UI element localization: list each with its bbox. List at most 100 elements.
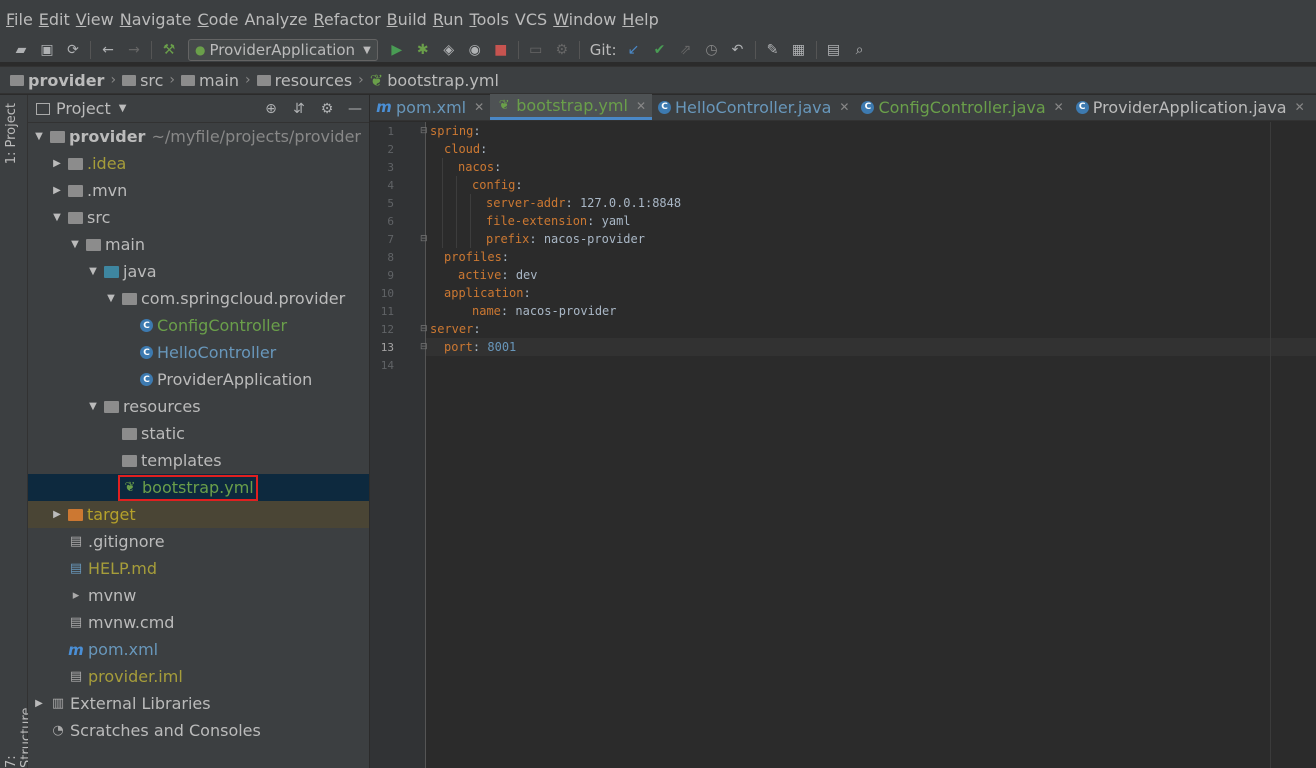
- tree-item-idea[interactable]: ▶ .idea: [28, 150, 369, 177]
- project-tool-tab[interactable]: 1: Project: [4, 103, 19, 164]
- back-arrow-icon[interactable]: ←: [95, 39, 121, 61]
- collapse-all-icon[interactable]: ⇵: [285, 101, 313, 117]
- tree-item-package[interactable]: ▼ com.springcloud.provider: [28, 285, 369, 312]
- breadcrumb-provider[interactable]: provider: [10, 71, 104, 90]
- profile-icon[interactable]: ◉: [462, 39, 488, 61]
- git-push-icon[interactable]: ⇗: [673, 39, 699, 61]
- history-icon[interactable]: ◷: [699, 39, 725, 61]
- menu-help[interactable]: Help: [622, 10, 658, 29]
- menu-build[interactable]: Build: [387, 10, 427, 29]
- close-icon[interactable]: ✕: [839, 100, 849, 114]
- menu-window[interactable]: Window: [553, 10, 616, 29]
- tree-item-gitignore[interactable]: ▤ .gitignore: [28, 528, 369, 555]
- git-update-icon[interactable]: ↙: [621, 39, 647, 61]
- expand-arrow-icon[interactable]: ▼: [86, 266, 100, 277]
- gear-icon[interactable]: ⚙: [313, 101, 341, 117]
- expand-arrow-icon[interactable]: ▼: [68, 239, 82, 250]
- run-icon[interactable]: ▶: [384, 39, 410, 61]
- close-icon[interactable]: ✕: [474, 100, 484, 114]
- tree-item-templates[interactable]: templates: [28, 447, 369, 474]
- breadcrumb-resources[interactable]: resources: [256, 71, 352, 90]
- tree-item-target[interactable]: ▶ target: [28, 501, 369, 528]
- close-icon[interactable]: ✕: [636, 99, 646, 113]
- tree-item-external-libraries[interactable]: ▶ ▥ External Libraries: [28, 690, 369, 717]
- chevron-down-icon[interactable]: ▼: [119, 103, 127, 114]
- git-commit-icon[interactable]: ✔: [647, 39, 673, 61]
- menu-analyze[interactable]: Analyze: [244, 10, 307, 29]
- fold-marker-icon[interactable]: ⊟: [420, 126, 428, 136]
- tab-hellocontroller[interactable]: C HelloController.java ✕: [652, 94, 855, 120]
- collapse-arrow-icon[interactable]: ▶: [32, 698, 46, 709]
- breadcrumb-bootstrap-yml[interactable]: ❦ bootstrap.yml: [370, 71, 499, 90]
- menu-code[interactable]: Code: [198, 10, 239, 29]
- search-icon[interactable]: ⌕: [847, 39, 873, 61]
- build-hammer-icon[interactable]: ⚒: [156, 39, 182, 61]
- fold-marker-icon[interactable]: ⊟: [420, 234, 428, 244]
- close-icon[interactable]: ✕: [1054, 100, 1064, 114]
- tab-pom-xml[interactable]: m pom.xml ✕: [370, 94, 490, 120]
- menu-navigate[interactable]: Navigate: [120, 10, 192, 29]
- library-icon: ▥: [51, 696, 65, 711]
- tab-configcontroller[interactable]: C ConfigController.java ✕: [855, 94, 1069, 120]
- tree-item-help-md[interactable]: ▤ HELP.md: [28, 555, 369, 582]
- open-folder-icon[interactable]: ▰: [8, 39, 34, 61]
- code-editor[interactable]: 1 2 3 4 5 6 7 8 9 10 11 12 13 14 ⊟ ⊟ ⊟ ⊟…: [370, 122, 1316, 768]
- breadcrumb-src[interactable]: src: [122, 71, 163, 90]
- rollback-icon[interactable]: ↶: [725, 39, 751, 61]
- forward-arrow-icon[interactable]: →: [121, 39, 147, 61]
- coverage-icon[interactable]: ◈: [436, 39, 462, 61]
- menu-view[interactable]: View: [76, 10, 114, 29]
- tree-item-static[interactable]: static: [28, 420, 369, 447]
- tab-providerapplication[interactable]: C ProviderApplication.java ✕: [1070, 94, 1311, 120]
- tree-item-bootstrap-yml[interactable]: ❦ bootstrap.yml: [28, 474, 369, 501]
- save-icon[interactable]: ▣: [34, 39, 60, 61]
- menu-tools[interactable]: Tools: [470, 10, 509, 29]
- terminal-icon[interactable]: ▤: [821, 39, 847, 61]
- fold-marker-icon[interactable]: ⊟: [420, 324, 428, 334]
- tree-item-configcontroller[interactable]: C ConfigController: [28, 312, 369, 339]
- tree-item-main[interactable]: ▼ main: [28, 231, 369, 258]
- file-icon: ▤: [69, 615, 83, 630]
- tree-item-hellocontroller[interactable]: C HelloController: [28, 339, 369, 366]
- menu-edit[interactable]: Edit: [39, 10, 70, 29]
- collapse-arrow-icon[interactable]: ▶: [50, 158, 64, 169]
- tree-item-resources[interactable]: ▼ resources: [28, 393, 369, 420]
- fold-marker-icon[interactable]: ⊟: [420, 342, 428, 352]
- expand-arrow-icon[interactable]: ▼: [32, 131, 46, 142]
- tree-item-mvnw[interactable]: ▸ mvnw: [28, 582, 369, 609]
- tree-item-providerapplication[interactable]: C ProviderApplication: [28, 366, 369, 393]
- tree-item-provider-iml[interactable]: ▤ provider.iml: [28, 663, 369, 690]
- locate-file-icon[interactable]: ⊕: [257, 101, 285, 117]
- tab-bootstrap-yml[interactable]: ❦ bootstrap.yml ✕: [490, 94, 652, 120]
- gradle-icon[interactable]: ⚙: [549, 39, 575, 61]
- sync-icon[interactable]: ⟳: [60, 39, 86, 61]
- close-icon[interactable]: ✕: [1295, 100, 1305, 114]
- settings-wrench-icon[interactable]: ✎: [760, 39, 786, 61]
- tree-item-src[interactable]: ▼ src: [28, 204, 369, 231]
- attach-debugger-icon[interactable]: ▭: [523, 39, 549, 61]
- collapse-arrow-icon[interactable]: ▶: [50, 509, 64, 520]
- tree-item-provider[interactable]: ▼ provider ~/myfile/projects/provider: [28, 123, 369, 150]
- menu-file[interactable]: File: [6, 10, 33, 29]
- tree-item-scratches[interactable]: ◔ Scratches and Consoles: [28, 717, 369, 744]
- tree-item-java[interactable]: ▼ java: [28, 258, 369, 285]
- debug-icon[interactable]: ✱: [410, 39, 436, 61]
- tree-item-mvn[interactable]: ▶ .mvn: [28, 177, 369, 204]
- menu-vcs[interactable]: VCS: [515, 10, 547, 29]
- expand-arrow-icon[interactable]: ▼: [104, 293, 118, 304]
- project-structure-icon[interactable]: ▦: [786, 39, 812, 61]
- hide-panel-icon[interactable]: —: [341, 101, 369, 117]
- expand-arrow-icon[interactable]: ▼: [50, 212, 64, 223]
- collapse-arrow-icon[interactable]: ▶: [50, 185, 64, 196]
- tree-item-mvnw-cmd[interactable]: ▤ mvnw.cmd: [28, 609, 369, 636]
- menu-run[interactable]: Run: [433, 10, 464, 29]
- project-view-select[interactable]: Project: [56, 99, 111, 118]
- expand-arrow-icon[interactable]: ▼: [86, 401, 100, 412]
- tree-item-pom-xml[interactable]: m pom.xml: [28, 636, 369, 663]
- line-number: 6: [387, 215, 394, 228]
- stop-icon[interactable]: ■: [488, 39, 514, 61]
- run-configuration-select[interactable]: ● ProviderApplication ▼: [188, 39, 378, 61]
- code-line: server:: [430, 322, 481, 336]
- breadcrumb-main[interactable]: main: [181, 71, 239, 90]
- menu-refactor[interactable]: Refactor: [314, 10, 381, 29]
